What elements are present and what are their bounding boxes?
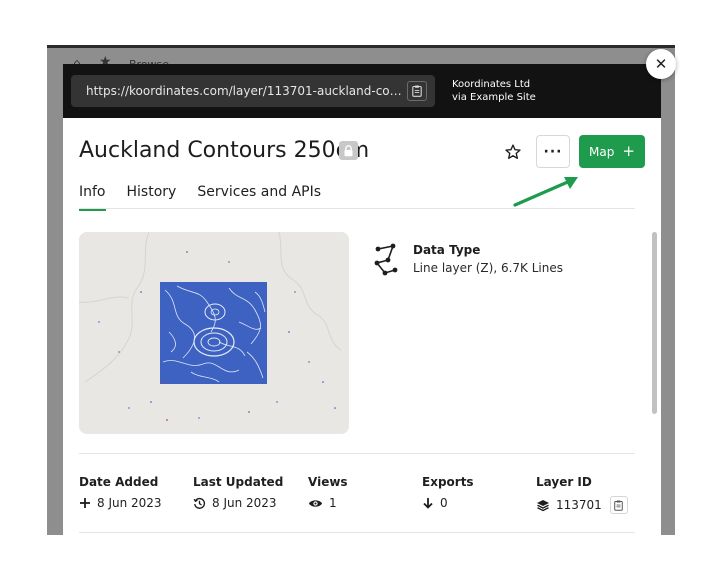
tab-services-and-apis[interactable]: Services and APIs <box>197 184 321 209</box>
plus-icon <box>80 498 90 508</box>
layer-id-value-row: 113701 <box>536 496 628 514</box>
stat-views: Views 1 <box>308 475 348 510</box>
data-type-value: Line layer (Z), 6.7K Lines <box>413 261 563 275</box>
layer-map-thumbnail <box>79 232 349 434</box>
star-outline-icon <box>505 144 521 159</box>
plus-icon: + <box>622 142 635 160</box>
url-text: https://koordinates.com/layer/113701-auc… <box>86 84 404 98</box>
clipboard-icon <box>614 500 624 511</box>
clipboard-icon <box>412 85 422 97</box>
contour-map-image <box>79 232 349 434</box>
exports-value: 0 <box>440 496 448 510</box>
publisher-info: Koordinates Ltd via Example Site <box>452 78 536 104</box>
stat-last-updated: Last Updated 8 Jun 2023 <box>193 475 283 510</box>
last-updated-value-row: 8 Jun 2023 <box>193 496 283 510</box>
last-updated-label: Last Updated <box>193 475 284 489</box>
last-updated-value: 8 Jun 2023 <box>212 496 277 510</box>
exports-value-row: 0 <box>422 496 474 510</box>
close-modal-button[interactable]: ✕ <box>646 49 676 79</box>
history-icon <box>193 497 206 509</box>
modal-topbar: https://koordinates.com/layer/113701-auc… <box>63 64 661 118</box>
stats-divider-bottom <box>79 532 635 533</box>
views-value: 1 <box>329 496 337 510</box>
layers-icon <box>537 499 549 511</box>
publisher-name: Koordinates Ltd <box>452 79 531 90</box>
stats-divider-top <box>79 453 635 454</box>
layer-modal: https://koordinates.com/layer/113701-auc… <box>63 64 661 539</box>
layer-id-label: Layer ID <box>536 475 592 489</box>
map-button-label: Map <box>589 144 615 159</box>
annotation-arrow-icon <box>513 177 578 207</box>
line-layer-icon <box>374 243 398 276</box>
tab-history[interactable]: History <box>127 184 177 209</box>
stat-layer-id: Layer ID 113701 <box>536 475 628 514</box>
views-value-row: 1 <box>308 496 348 510</box>
date-added-value-row: 8 Jun 2023 <box>79 496 162 510</box>
screenshot-stage: ⌂ ★ Browse https://koordinates.com/layer… <box>0 0 720 569</box>
eye-icon <box>308 499 323 507</box>
lock-icon <box>339 141 358 160</box>
date-added-value: 8 Jun 2023 <box>97 496 162 510</box>
exports-label: Exports <box>422 475 474 489</box>
date-added-label: Date Added <box>79 475 159 489</box>
publisher-via: via Example Site <box>452 92 536 103</box>
copy-url-button[interactable] <box>407 81 427 101</box>
layer-id-value: 113701 <box>556 498 602 512</box>
scrollbar-thumb[interactable] <box>652 232 657 414</box>
url-box[interactable]: https://koordinates.com/layer/113701-auc… <box>71 75 435 107</box>
page-title: Auckland Contours 250cm <box>79 138 370 163</box>
favorite-button[interactable] <box>499 138 527 166</box>
data-type-label: Data Type <box>413 243 481 257</box>
close-icon: ✕ <box>654 55 668 73</box>
add-to-map-button[interactable]: Map + <box>579 135 645 168</box>
more-options-button[interactable]: ··· <box>536 135 570 168</box>
copy-layer-id-button[interactable] <box>609 496 628 514</box>
views-label: Views <box>308 475 348 489</box>
stat-exports: Exports 0 <box>422 475 474 510</box>
stat-date-added: Date Added 8 Jun 2023 <box>79 475 162 510</box>
tab-info[interactable]: Info <box>79 184 106 211</box>
tab-bar: Info History Services and APIs <box>79 184 321 211</box>
arrow-down-icon <box>423 498 433 509</box>
